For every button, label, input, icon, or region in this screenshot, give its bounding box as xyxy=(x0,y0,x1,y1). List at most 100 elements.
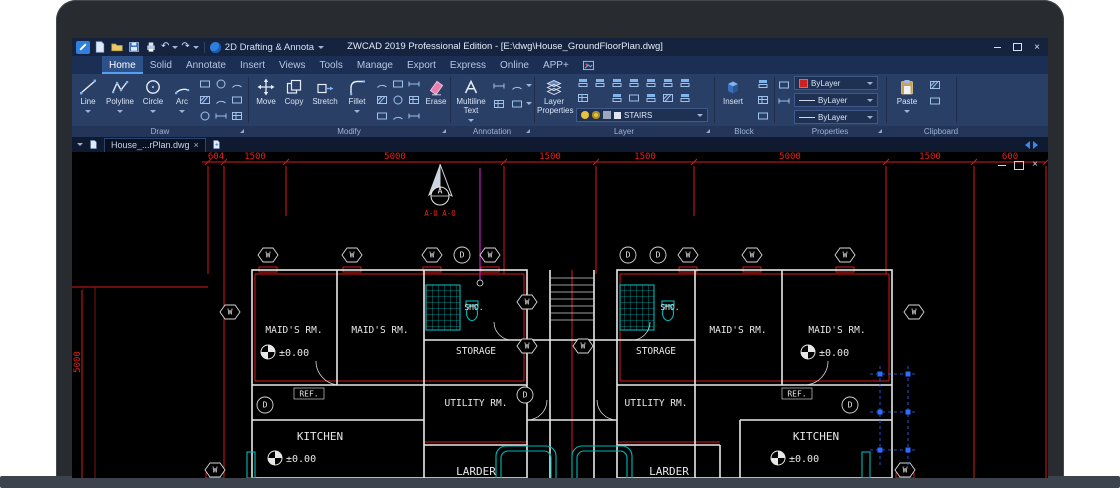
properties-palette-icon[interactable] xyxy=(777,94,791,108)
layer-tool-icon[interactable] xyxy=(610,91,624,105)
doc-restore-icon[interactable] xyxy=(1014,161,1024,170)
table-tool-icon[interactable] xyxy=(230,109,244,123)
annotation-launcher-icon[interactable] xyxy=(526,129,530,133)
new-drawing-icon[interactable] xyxy=(212,139,221,150)
fillet-button[interactable]: Fillet xyxy=(342,75,372,125)
dim-tool-icon[interactable] xyxy=(214,109,228,123)
layer-dropdown[interactable]: STAIRS xyxy=(576,108,708,122)
ribbon-tab-solid[interactable]: Solid xyxy=(143,56,179,74)
hatch-tool-icon[interactable] xyxy=(198,93,212,107)
layer-launcher-icon[interactable] xyxy=(706,129,710,133)
copy-button[interactable]: Copy xyxy=(280,75,308,125)
color-dropdown[interactable]: ByLayer xyxy=(794,76,878,90)
erase-button[interactable]: Erase xyxy=(423,75,449,125)
insert-button[interactable]: Insert xyxy=(718,75,748,125)
copy-clip-icon[interactable] xyxy=(928,94,942,108)
undo-icon[interactable]: ↶ xyxy=(161,42,169,52)
properties-launcher-icon[interactable] xyxy=(878,129,882,133)
save-icon[interactable] xyxy=(127,41,141,54)
lineweight-dropdown[interactable]: ByLayer xyxy=(794,93,878,107)
stretch-button[interactable]: Stretch xyxy=(308,75,342,125)
edit-block-icon[interactable] xyxy=(756,93,770,107)
circle-button[interactable]: Circle xyxy=(138,75,168,125)
layer-tool-icon[interactable] xyxy=(576,91,590,105)
document-tab-close-icon[interactable]: × xyxy=(194,141,199,150)
doc-list-dropdown-icon[interactable] xyxy=(77,143,83,146)
ribbon-tab-annotate[interactable]: Annotate xyxy=(179,56,233,74)
break-tool-icon[interactable] xyxy=(407,109,421,123)
ribbon-tab-online[interactable]: Online xyxy=(493,56,536,74)
line-button[interactable]: Line xyxy=(74,75,102,125)
close-button[interactable]: × xyxy=(1032,42,1042,52)
layer-state-icon[interactable] xyxy=(610,76,624,90)
layer-on-icon[interactable] xyxy=(581,111,589,119)
offset-tool-icon[interactable] xyxy=(391,93,405,107)
modify-launcher-icon[interactable] xyxy=(442,129,446,133)
multiline-text-button[interactable]: Multiline Text xyxy=(453,75,489,125)
cut-icon[interactable] xyxy=(928,78,942,92)
mark-tool-icon[interactable] xyxy=(510,97,524,111)
rotate-tool-icon[interactable] xyxy=(375,77,389,91)
layer-color-chip[interactable] xyxy=(614,112,621,119)
layer-tool-icon[interactable] xyxy=(661,91,675,105)
layer-state-icon[interactable] xyxy=(678,76,692,90)
maximize-button[interactable] xyxy=(1012,42,1022,52)
leader-tool-icon[interactable] xyxy=(510,79,524,93)
donut-tool-icon[interactable] xyxy=(198,109,212,123)
arc-tool-icon[interactable] xyxy=(214,93,228,107)
floor-plan-drawing[interactable]: 604150050001500150050001500600 5000 A A-… xyxy=(72,152,1048,478)
arc-button[interactable]: Arc xyxy=(168,75,196,125)
redo-dropdown-icon[interactable] xyxy=(193,46,199,49)
layer-tool-icon[interactable] xyxy=(593,91,607,105)
ellipse-tool-icon[interactable] xyxy=(214,77,228,91)
undo-dropdown-icon[interactable] xyxy=(172,46,178,49)
ribbon-tab-tools[interactable]: Tools xyxy=(313,56,350,74)
capture-icon[interactable] xyxy=(582,60,595,71)
minimize-button[interactable] xyxy=(992,42,1002,52)
ribbon-tab-express[interactable]: Express xyxy=(443,56,493,74)
scale-tool-icon[interactable] xyxy=(407,77,421,91)
ribbon-tab-views[interactable]: Views xyxy=(272,56,313,74)
draw-launcher-icon[interactable] xyxy=(240,129,244,133)
doc-minimize-icon[interactable] xyxy=(998,165,1006,166)
new-file-icon[interactable] xyxy=(93,41,107,54)
layer-lock-icon[interactable] xyxy=(603,111,611,119)
layer-state-icon[interactable] xyxy=(644,76,658,90)
layer-tool-icon[interactable] xyxy=(678,91,692,105)
ribbon-tab-insert[interactable]: Insert xyxy=(233,56,272,74)
layer-state-icon[interactable] xyxy=(576,76,590,90)
layer-properties-button[interactable]: Layer Properties xyxy=(537,75,571,125)
mirror-tool-icon[interactable] xyxy=(391,77,405,91)
open-file-icon[interactable] xyxy=(110,41,124,54)
ribbon-tab-app-plus[interactable]: APP+ xyxy=(536,56,576,74)
layer-state-icon[interactable] xyxy=(593,76,607,90)
doc-close-icon[interactable]: × xyxy=(1032,160,1038,170)
array-tool-icon[interactable] xyxy=(407,93,421,107)
paste-button[interactable]: Paste xyxy=(892,75,922,125)
linetype-dropdown[interactable]: ByLayer xyxy=(794,110,878,124)
ribbon-tab-export[interactable]: Export xyxy=(400,56,443,74)
document-tab[interactable]: House_...rPlan.dwg × xyxy=(104,138,206,152)
text-style-tool-icon[interactable] xyxy=(492,97,506,111)
layer-state-icon[interactable] xyxy=(661,76,675,90)
join-tool-icon[interactable] xyxy=(391,109,405,123)
layer-tool-icon[interactable] xyxy=(644,91,658,105)
ribbon-tab-home[interactable]: Home xyxy=(102,56,143,74)
redo-icon[interactable]: ↷ xyxy=(181,42,189,52)
move-button[interactable]: Move xyxy=(252,75,280,125)
polyline-button[interactable]: Polyline xyxy=(102,75,138,125)
trim-tool-icon[interactable] xyxy=(375,93,389,107)
region-tool-icon[interactable] xyxy=(230,93,244,107)
layer-freeze-icon[interactable] xyxy=(592,111,600,119)
zwcad-logo-icon[interactable] xyxy=(76,41,90,54)
drawing-viewport[interactable]: 604150050001500150050001500600 5000 A A-… xyxy=(72,152,1048,478)
rectangle-tool-icon[interactable] xyxy=(198,77,212,91)
dimension-tool-icon[interactable] xyxy=(492,79,506,93)
create-block-icon[interactable] xyxy=(756,77,770,91)
layer-tool-icon[interactable] xyxy=(627,91,641,105)
attribute-icon[interactable] xyxy=(756,109,770,123)
dimension-dropdown-icon[interactable] xyxy=(526,84,532,87)
spline-tool-icon[interactable] xyxy=(230,77,244,91)
text-dropdown-icon[interactable] xyxy=(526,102,532,105)
layer-state-icon[interactable] xyxy=(627,76,641,90)
